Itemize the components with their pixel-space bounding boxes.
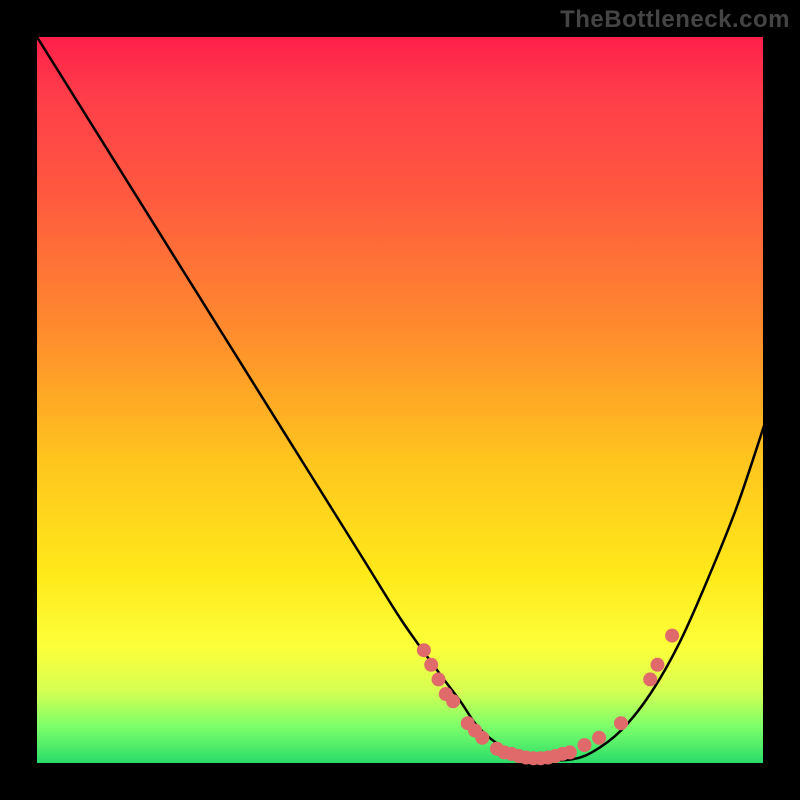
bottleneck-curve [37, 37, 767, 760]
data-marker [417, 643, 431, 657]
chart-frame: TheBottleneck.com [0, 0, 800, 800]
data-marker [643, 672, 657, 686]
data-marker [614, 716, 628, 730]
data-marker [651, 658, 665, 672]
data-marker [665, 629, 679, 643]
data-marker [424, 658, 438, 672]
watermark-text: TheBottleneck.com [560, 6, 790, 34]
curve-layer [37, 37, 767, 767]
data-marker [432, 672, 446, 686]
data-marker [592, 731, 606, 745]
curve-markers [417, 629, 679, 766]
data-marker [563, 745, 577, 759]
data-marker [446, 694, 460, 708]
data-marker [578, 738, 592, 752]
data-marker [475, 731, 489, 745]
plot-area [35, 35, 765, 765]
